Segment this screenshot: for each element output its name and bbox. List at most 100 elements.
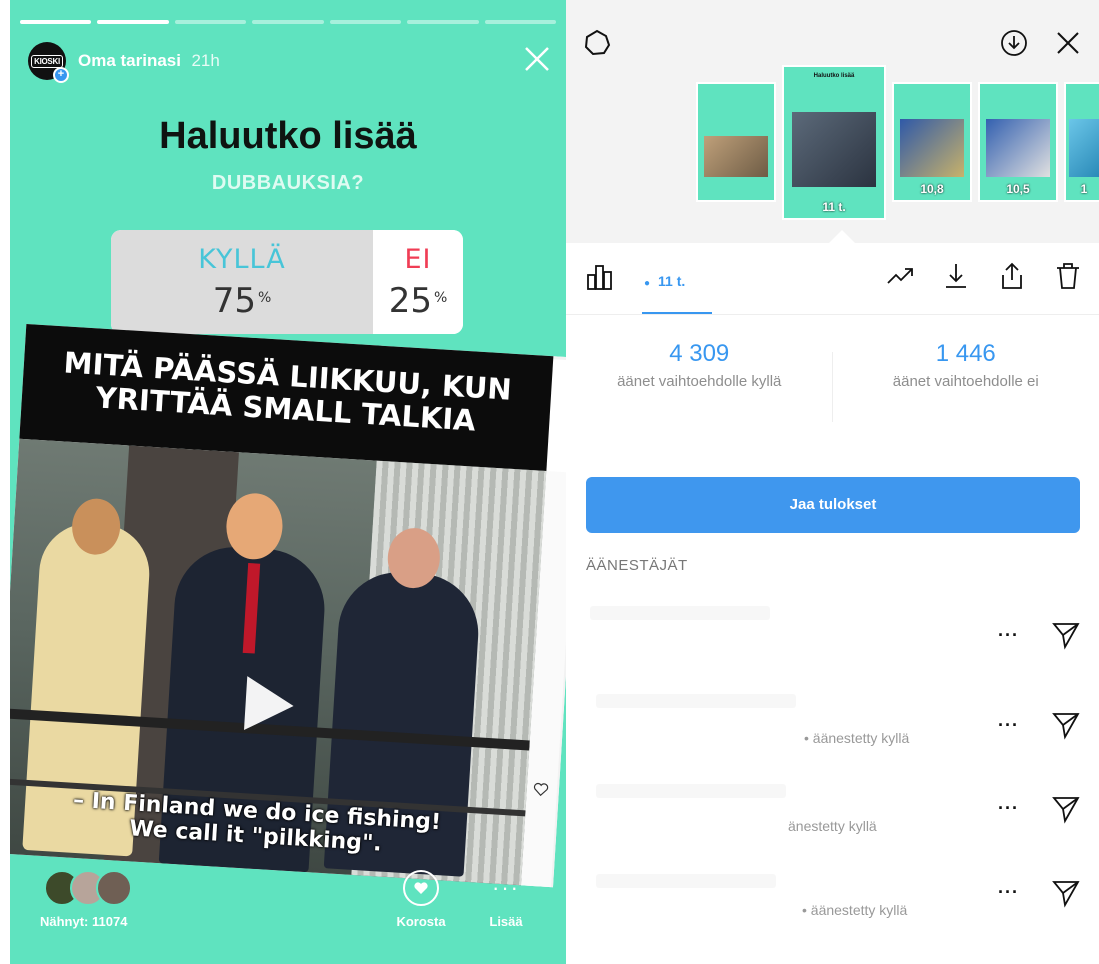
no-votes-number: 1 446 xyxy=(935,340,996,367)
voter-row[interactable]: änestetty kyllä ··· xyxy=(566,780,1099,870)
yes-votes-number: 4 309 xyxy=(669,340,730,367)
send-icon[interactable] xyxy=(1051,794,1081,824)
story-timestamp: 21h xyxy=(191,51,220,70)
highlight-label: Korosta xyxy=(396,914,446,929)
shared-post[interactable]: MITÄ PÄÄSSÄ LIIKKUU, KUN YRITTÄÄ SMALL T… xyxy=(10,324,566,888)
story-header: KIOSKI + Oma tarinasi 21h xyxy=(28,42,220,83)
active-thumbnail-caret xyxy=(828,230,856,244)
progress-segment xyxy=(252,20,324,24)
insights-toolbar: ● 11 t. xyxy=(566,243,1099,315)
progress-segment xyxy=(174,20,247,24)
voter-row[interactable]: • äänestetty kyllä ··· xyxy=(566,870,1099,960)
thumbnail-image xyxy=(704,136,768,177)
views-count: 11 t. xyxy=(658,273,686,289)
save-icon[interactable] xyxy=(941,261,971,291)
story-progress-bar xyxy=(20,20,556,24)
download-icon[interactable] xyxy=(999,28,1029,58)
thumbnail-title: Haluutko lisää xyxy=(813,72,855,79)
progress-segment xyxy=(20,20,92,24)
voter-row[interactable]: • äänestetty kyllä ··· xyxy=(566,690,1099,780)
thumbnail-image xyxy=(986,118,1050,177)
progress-segment xyxy=(407,20,479,24)
more-options-icon[interactable]: ··· xyxy=(998,715,1019,736)
thumbnail-view-count: 10,8 xyxy=(920,182,944,196)
poll-no-percent: 25% xyxy=(388,281,448,321)
seen-by-count[interactable]: Nähnyt: 11074 xyxy=(40,914,127,929)
voter-status: • äänestetty kyllä xyxy=(802,902,908,918)
story-thumbnails: Haluutko lisää 11 t. 10,8 10,5 1 xyxy=(696,62,1099,222)
progress-segment xyxy=(484,20,556,24)
insights-actions xyxy=(885,261,1083,291)
more-options-icon[interactable]: ··· xyxy=(998,625,1019,646)
voter-status: änestetty kyllä xyxy=(788,818,877,834)
heart-outline-icon xyxy=(533,782,549,797)
viewer-avatars[interactable] xyxy=(44,870,132,906)
voter-row[interactable]: ··· xyxy=(566,600,1099,690)
more-label: Lisää xyxy=(489,914,523,929)
yes-votes-description: äänet vaihtoehdolle kyllä xyxy=(617,373,782,390)
more-button[interactable]: ··· Lisää xyxy=(476,870,536,929)
views-tab[interactable]: ● 11 t. xyxy=(644,273,685,289)
close-icon[interactable] xyxy=(1055,30,1081,56)
story-strip: Haluutko lisää 11 t. 10,8 10,5 1 xyxy=(566,0,1099,244)
no-votes-description: äänet vaihtoehdolle ei xyxy=(892,373,1039,390)
trash-icon[interactable] xyxy=(1053,261,1083,291)
story-thumbnail-active[interactable]: Haluutko lisää 11 t. xyxy=(782,64,886,220)
post-video-thumbnail[interactable]: – In Finland we do ice fishing! We call … xyxy=(10,438,547,886)
views-tab-indicator xyxy=(642,312,712,314)
story-panel: KIOSKI + Oma tarinasi 21h Haluutko lisää… xyxy=(10,0,566,964)
no-vote-count: 1 446 äänet vaihtoehdolle ei xyxy=(833,340,1099,440)
gear-icon[interactable] xyxy=(582,28,612,58)
story-footer: Nähnyt: 11074 Korosta ··· Lisää xyxy=(10,870,566,940)
vote-counts: 4 309 äänet vaihtoehdolle kyllä 1 446 ää… xyxy=(566,340,1099,440)
add-story-icon[interactable]: + xyxy=(53,67,69,83)
trending-icon[interactable] xyxy=(885,261,915,291)
avatar[interactable]: KIOSKI + xyxy=(28,42,69,83)
voter-avatar-blurred xyxy=(590,606,770,620)
yes-vote-count: 4 309 äänet vaihtoehdolle kyllä xyxy=(566,340,833,440)
progress-segment xyxy=(329,20,402,24)
share-results-button[interactable]: Jaa tulokset xyxy=(586,477,1080,533)
story-username[interactable]: Oma tarinasi xyxy=(78,51,181,70)
progress-segment xyxy=(97,20,169,24)
send-icon[interactable] xyxy=(1051,878,1081,908)
story-thumbnail[interactable]: 10,8 xyxy=(892,82,972,202)
share-icon[interactable] xyxy=(997,261,1027,291)
eye-icon: ● xyxy=(644,278,651,289)
story-thumbnail[interactable]: 10,5 xyxy=(978,82,1058,202)
send-icon[interactable] xyxy=(1051,710,1081,740)
thumbnail-image xyxy=(792,111,876,188)
counts-divider xyxy=(832,352,833,422)
voter-avatar-blurred xyxy=(596,874,776,888)
bar-chart-icon[interactable] xyxy=(586,263,614,291)
poll-question-subtitle: DUBBAUKSIA? xyxy=(211,172,365,194)
highlight-button[interactable]: Korosta xyxy=(386,870,456,929)
thumbnail-view-count: 11 t. xyxy=(822,199,846,214)
poll-option-no[interactable]: EI 25% xyxy=(373,230,463,334)
thumbnail-view-count: 1 xyxy=(1080,182,1088,196)
insights-panel: Haluutko lisää 11 t. 10,8 10,5 1 ● 11 t.… xyxy=(566,0,1099,964)
play-icon[interactable] xyxy=(232,667,306,741)
poll-no-label: EI xyxy=(404,244,432,275)
poll-option-yes[interactable]: KYLLÄ 75% xyxy=(111,230,373,334)
more-options-icon[interactable]: ··· xyxy=(998,798,1019,819)
voters-heading: ÄÄNESTÄJÄT xyxy=(586,557,688,574)
poll-question-title: Haluutko lisää xyxy=(159,115,417,157)
thumbnail-image xyxy=(1068,118,1099,177)
voter-avatar-blurred xyxy=(596,694,796,708)
close-icon[interactable] xyxy=(522,44,552,74)
avatar-logo: KIOSKI xyxy=(31,54,63,68)
poll-yes-label: KYLLÄ xyxy=(198,244,286,275)
voter-avatar-blurred xyxy=(596,784,786,798)
poll-yes-percent: 75% xyxy=(212,281,272,321)
send-icon[interactable] xyxy=(1051,620,1081,650)
poll-sticker[interactable]: KYLLÄ 75% EI 25% xyxy=(111,230,463,334)
viewer-avatar xyxy=(96,870,132,906)
story-thumbnail[interactable]: 1 xyxy=(1064,82,1099,202)
voter-status: • äänestetty kyllä xyxy=(804,730,910,746)
thumbnail-image xyxy=(900,118,964,177)
story-thumbnail[interactable] xyxy=(696,82,776,202)
heart-icon xyxy=(403,870,439,906)
more-dots-icon: ··· xyxy=(492,875,520,900)
more-options-icon[interactable]: ··· xyxy=(998,882,1019,903)
